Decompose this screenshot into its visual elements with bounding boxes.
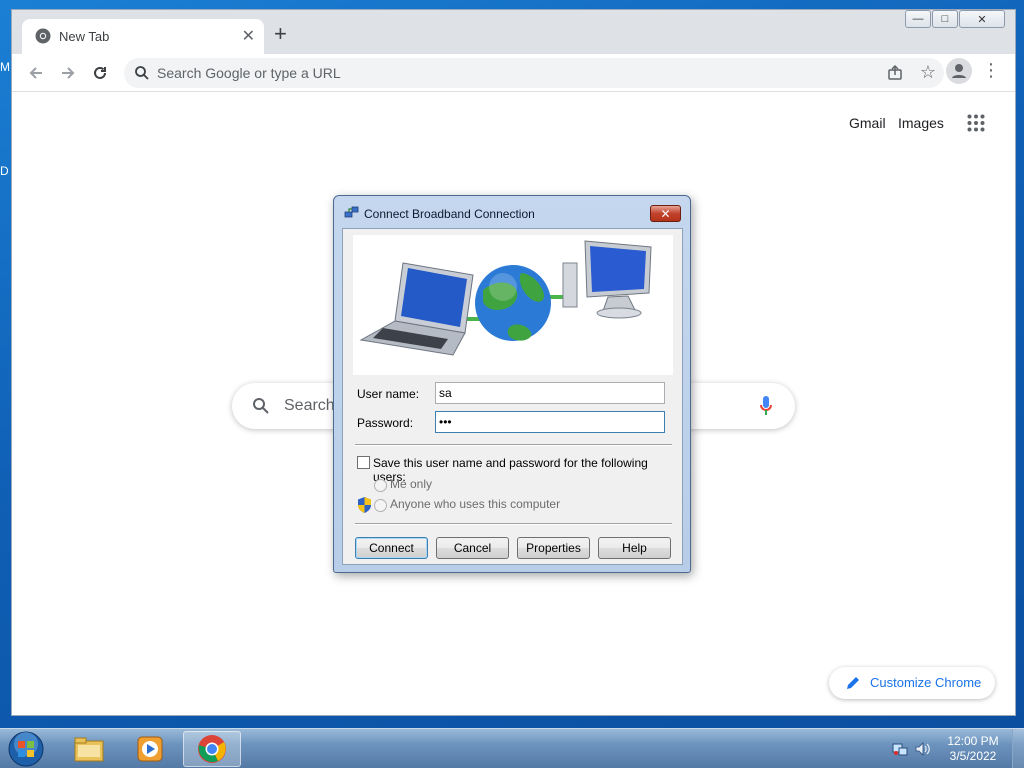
- separator: [355, 444, 672, 446]
- network-connection-icon: [344, 206, 359, 218]
- media-player-icon: [137, 736, 163, 762]
- separator: [355, 523, 672, 525]
- taskbar: 12:00 PM 3/5/2022: [0, 728, 1024, 768]
- dialog-title: Connect Broadband Connection: [364, 207, 535, 221]
- chrome-menu-icon[interactable]: ⋮: [982, 60, 1000, 81]
- anyone-radio[interactable]: [374, 499, 387, 512]
- show-desktop-button[interactable]: [1012, 729, 1024, 768]
- bookmark-star-icon[interactable]: ☆: [920, 62, 936, 83]
- me-only-radio[interactable]: [374, 479, 387, 492]
- me-only-label: Me only: [390, 477, 433, 491]
- tab-close-icon[interactable]: ✕: [242, 26, 255, 46]
- forward-icon[interactable]: [57, 62, 79, 84]
- reload-icon[interactable]: [89, 62, 111, 84]
- connect-broadband-dialog: Connect Broadband Connection ✕ User name…: [333, 195, 691, 573]
- dialog-close-button[interactable]: ✕: [650, 205, 681, 222]
- desktop-icon-label[interactable]: M: [0, 60, 10, 74]
- taskbar-media-player[interactable]: [121, 731, 179, 767]
- browser-toolbar: Search Google or type a URL ☆ ⋮: [12, 54, 1015, 92]
- password-label: Password:: [357, 416, 414, 430]
- taskbar-chrome[interactable]: [183, 731, 241, 767]
- search-icon: [135, 66, 149, 80]
- customize-chrome-label: Customize Chrome: [870, 675, 982, 690]
- cancel-button[interactable]: Cancel: [436, 537, 509, 559]
- taskbar-clock[interactable]: 12:00 PM 3/5/2022: [940, 734, 1006, 764]
- address-bar-placeholder: Search Google or type a URL: [157, 65, 341, 81]
- back-icon[interactable]: [25, 62, 47, 84]
- tab-title: New Tab: [59, 29, 110, 44]
- customize-chrome-button[interactable]: Customize Chrome: [829, 667, 995, 699]
- password-field[interactable]: •••: [435, 411, 665, 433]
- window-close-button[interactable]: ✕: [959, 10, 1005, 28]
- gmail-link[interactable]: Gmail: [849, 115, 886, 131]
- connect-button[interactable]: Connect: [355, 537, 428, 559]
- tab-new-tab[interactable]: New Tab ✕: [22, 19, 264, 54]
- maximize-button[interactable]: □: [932, 10, 958, 28]
- minimize-button[interactable]: —: [905, 10, 931, 28]
- network-illustration: [353, 235, 673, 375]
- start-button-icon[interactable]: [6, 730, 46, 768]
- network-tray-icon[interactable]: [892, 741, 908, 757]
- search-box-placeholder: Search: [284, 397, 335, 414]
- volume-tray-icon[interactable]: [914, 741, 930, 757]
- new-tab-button[interactable]: +: [274, 23, 287, 45]
- pencil-icon: [847, 677, 859, 689]
- address-bar[interactable]: Search Google or type a URL ☆: [124, 58, 944, 88]
- chrome-favicon-icon: [35, 28, 51, 44]
- properties-button[interactable]: Properties: [517, 537, 590, 559]
- tab-strip: New Tab ✕ + — □ ✕: [12, 10, 1015, 54]
- dialog-body: User name: sa Password: ••• Save this us…: [342, 228, 683, 565]
- uac-shield-icon: [358, 497, 371, 513]
- username-field[interactable]: sa: [435, 382, 665, 404]
- help-button[interactable]: Help: [598, 537, 671, 559]
- desktop-icon-label[interactable]: D: [0, 164, 9, 178]
- clock-time: 12:00 PM: [947, 734, 999, 748]
- anyone-label: Anyone who uses this computer: [390, 497, 561, 511]
- taskbar-explorer[interactable]: [60, 731, 118, 767]
- images-link[interactable]: Images: [898, 115, 944, 131]
- microphone-icon[interactable]: [759, 395, 773, 417]
- username-label: User name:: [357, 387, 420, 401]
- profile-avatar-icon[interactable]: [946, 58, 972, 84]
- search-icon: [253, 398, 269, 414]
- window-controls: — □ ✕: [904, 10, 1005, 28]
- google-apps-icon[interactable]: [967, 114, 985, 132]
- chrome-icon: [198, 735, 226, 763]
- save-credentials-checkbox[interactable]: [357, 456, 370, 469]
- folder-icon: [74, 737, 104, 762]
- share-icon[interactable]: [886, 64, 904, 82]
- clock-date: 3/5/2022: [949, 749, 997, 763]
